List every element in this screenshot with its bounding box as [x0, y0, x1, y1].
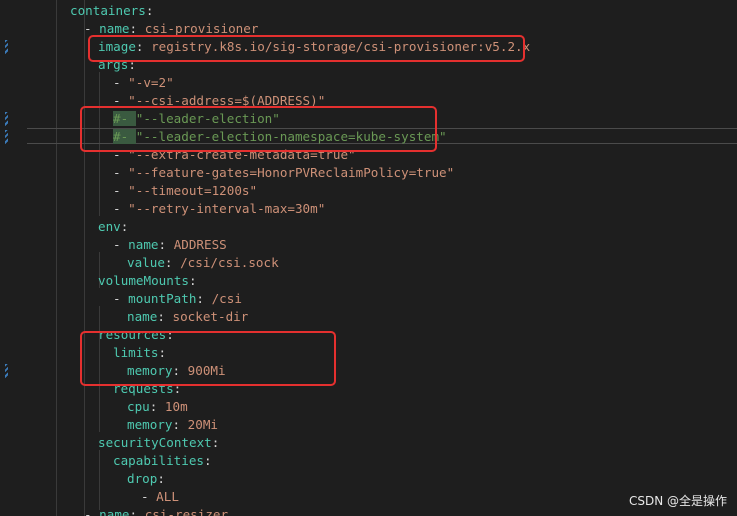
yaml-key: value	[127, 255, 165, 270]
yaml-key: drop	[127, 471, 158, 486]
code-line[interactable]: - "--timeout=1200s"	[113, 182, 257, 200]
list-dash: -	[113, 183, 129, 198]
code-editor[interactable]: containers: - name: csi-provisioner image:…	[0, 0, 737, 516]
key-separator: :	[164, 255, 181, 270]
highlight-box-leader-election	[80, 106, 437, 152]
key-separator: :	[120, 219, 129, 234]
key-separator: :	[172, 417, 188, 432]
modified-line-marker	[5, 112, 8, 126]
watermark: CSDN @全是操作	[628, 494, 727, 508]
key-separator: :	[189, 273, 197, 288]
git-gutter	[0, 0, 14, 516]
list-dash: -	[141, 489, 157, 504]
modified-line-marker	[5, 364, 8, 378]
highlight-box-image	[88, 35, 525, 62]
yaml-value: "--timeout=1200s"	[128, 183, 258, 198]
list-dash: -	[113, 75, 129, 90]
yaml-value: "-v=2"	[128, 75, 174, 90]
modified-line-marker	[5, 130, 8, 144]
key-separator: :	[149, 399, 165, 414]
list-dash: -	[84, 507, 100, 516]
code-line[interactable]: name: socket-dir	[127, 308, 248, 326]
code-line[interactable]: value: /csi/csi.sock	[127, 254, 279, 272]
list-dash: -	[113, 237, 129, 252]
yaml-key: cpu	[127, 399, 150, 414]
code-line[interactable]: env:	[98, 218, 128, 236]
yaml-value: /csi	[211, 291, 242, 306]
yaml-key: name	[128, 237, 159, 252]
yaml-key: name	[99, 507, 130, 516]
list-dash: -	[113, 165, 129, 180]
list-dash: -	[84, 21, 100, 36]
code-line[interactable]: volumeMounts:	[98, 272, 197, 290]
code-line[interactable]: - name: csi-resizer	[84, 506, 228, 516]
code-line[interactable]: memory: 20Mi	[127, 416, 218, 434]
key-separator: :	[158, 237, 174, 252]
yaml-value: socket-dir	[172, 309, 249, 324]
yaml-key: containers	[70, 3, 146, 18]
key-separator: :	[129, 21, 145, 36]
list-dash: -	[113, 201, 129, 216]
yaml-value: 20Mi	[187, 417, 219, 432]
yaml-key: name	[127, 309, 158, 324]
yaml-value: "--feature-gates=HonorPVReclaimPolicy=tr…	[128, 165, 455, 180]
code-line[interactable]: drop:	[127, 470, 165, 488]
key-separator: :	[157, 309, 173, 324]
yaml-value: /csi/csi.sock	[180, 255, 279, 270]
code-line[interactable]: capabilities:	[113, 452, 212, 470]
yaml-key: name	[99, 21, 130, 36]
yaml-value: csi-resizer	[144, 507, 229, 516]
yaml-key: securityContext	[98, 435, 212, 450]
indent-guide	[84, 0, 85, 516]
indent-guide	[56, 0, 57, 516]
code-line[interactable]: - "--retry-interval-max=30m"	[113, 200, 325, 218]
key-separator: :	[196, 291, 212, 306]
yaml-key: volumeMounts	[98, 273, 189, 288]
code-line[interactable]: securityContext:	[98, 434, 219, 452]
yaml-key: mountPath	[128, 291, 197, 306]
yaml-value: 10m	[164, 399, 188, 414]
code-line[interactable]: - "--feature-gates=HonorPVReclaimPolicy=…	[113, 164, 454, 182]
key-separator: :	[145, 3, 154, 18]
indent-guide	[99, 450, 100, 510]
key-separator: :	[204, 453, 212, 468]
yaml-key: capabilities	[113, 453, 204, 468]
yaml-key: env	[98, 219, 121, 234]
yaml-value: csi-provisioner	[144, 21, 259, 36]
code-line[interactable]: - ALL	[141, 488, 179, 506]
yaml-value: ALL	[156, 489, 179, 504]
code-line[interactable]: cpu: 10m	[127, 398, 188, 416]
code-line[interactable]: - mountPath: /csi	[113, 290, 242, 308]
yaml-key: memory	[127, 417, 173, 432]
yaml-value: "--retry-interval-max=30m"	[128, 201, 326, 216]
modified-line-marker	[5, 40, 8, 54]
code-line[interactable]: - "-v=2"	[113, 74, 174, 92]
list-dash: -	[113, 291, 129, 306]
highlight-box-resources	[80, 331, 336, 386]
key-separator: :	[211, 435, 220, 450]
code-line[interactable]: - name: ADDRESS	[113, 236, 227, 254]
code-line[interactable]: containers:	[70, 2, 153, 20]
key-separator: :	[129, 507, 145, 516]
key-separator: :	[157, 471, 165, 486]
yaml-value: ADDRESS	[173, 237, 227, 252]
